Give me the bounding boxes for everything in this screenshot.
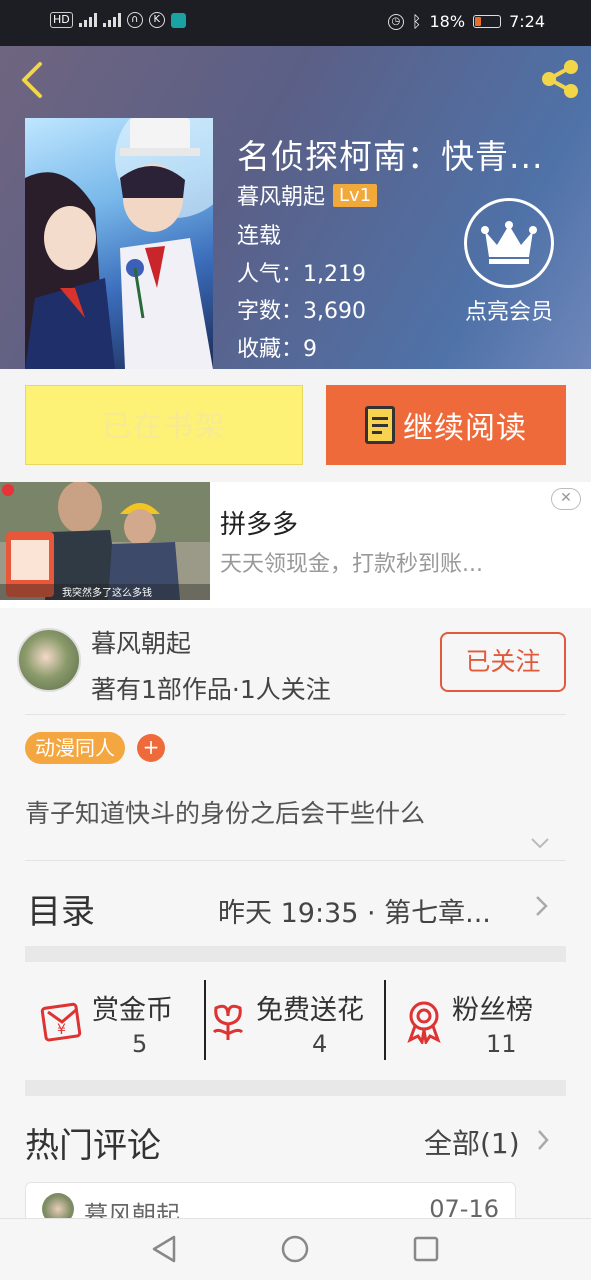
svg-text:¥: ¥ <box>57 1022 66 1038</box>
words-value: 3,690 <box>303 299 366 324</box>
hot-comments-title: 热门评论 <box>25 1126 161 1166</box>
back-icon[interactable] <box>18 60 48 100</box>
battery-icon <box>473 15 502 28</box>
book-detail-card: 暮风朝起 著有1部作品·1人关注 已关注 动漫同人 + 青子知道快斗的身份之后会… <box>0 608 591 1280</box>
ad-image[interactable]: 我突然多了这么多钱 <box>0 482 210 600</box>
share-icon[interactable] <box>537 56 583 102</box>
chevron-right-icon[interactable] <box>536 1128 550 1152</box>
all-comments-link[interactable]: 全部(1) <box>424 1122 520 1162</box>
section-separator <box>25 946 566 962</box>
chevron-right-icon[interactable] <box>534 894 550 918</box>
continue-reading-label: 继续阅读 <box>403 411 527 446</box>
ad-subtitle: 天天领现金，打款秒到账... <box>220 552 483 577</box>
free-flower-value: 4 <box>312 1030 328 1058</box>
add-tag-button[interactable]: + <box>137 734 165 762</box>
vip-button[interactable]: 点亮会员 <box>455 198 563 326</box>
clock: 7:24 <box>509 12 545 31</box>
ad-title: 拼多多 <box>220 510 299 540</box>
stat-separator <box>384 980 386 1060</box>
book-title: 名侦探柯南：快青... <box>237 137 544 176</box>
reward-coins-button[interactable]: ¥ 赏金币 5 <box>40 978 200 1062</box>
fan-ranking-button[interactable]: 粉丝榜 11 <box>404 978 554 1062</box>
book-status: 连载 <box>237 224 282 249</box>
author-level-badge: Lv1 <box>333 183 378 207</box>
alarm-icon: ◷ <box>387 13 404 30</box>
author-avatar[interactable] <box>17 628 81 692</box>
chevron-down-icon[interactable] <box>530 836 550 850</box>
hd-indicator: HD <box>50 12 73 28</box>
coin-envelope-icon: ¥ <box>40 1002 82 1042</box>
divider <box>25 714 566 715</box>
cover-art <box>25 118 213 369</box>
favorites-label: 收藏： <box>237 337 304 362</box>
signal-icon-2 <box>102 13 121 27</box>
crown-icon <box>464 198 554 288</box>
fan-ranking-value: 11 <box>486 1030 517 1058</box>
popularity-value: 1,219 <box>303 262 366 287</box>
book-favorites: 收藏：9 <box>237 331 317 363</box>
reward-coins-value: 5 <box>132 1030 148 1058</box>
author-name[interactable]: 暮风朝起 <box>91 624 191 660</box>
book-description: 青子知道快斗的身份之后会干些什么 <box>25 799 426 828</box>
book-words: 字数：3,690 <box>237 293 366 325</box>
genre-tag[interactable]: 动漫同人 <box>25 732 125 764</box>
home-circle-icon[interactable] <box>277 1231 313 1267</box>
free-flower-button[interactable]: 免费送花 4 <box>208 978 384 1062</box>
flower-icon <box>212 1004 244 1040</box>
bluetooth-icon: ᛒ <box>411 12 422 31</box>
recents-square-icon[interactable] <box>408 1231 444 1267</box>
book-author-row: 暮风朝起 Lv1 <box>237 179 378 211</box>
k-icon: K <box>148 12 165 28</box>
system-nav-bar <box>0 1218 591 1280</box>
book-author[interactable]: 暮风朝起 <box>237 179 325 211</box>
favorites-value: 9 <box>303 337 318 362</box>
shield-icon <box>170 12 186 28</box>
follow-button[interactable]: 已关注 <box>440 632 566 692</box>
toc-label[interactable]: 目录 <box>27 884 95 933</box>
action-bar: 已在书架 继续阅读 <box>0 369 591 482</box>
divider <box>25 860 566 861</box>
book-popularity: 人气：1,219 <box>237 256 366 288</box>
signal-icon <box>78 13 97 27</box>
ad-banner[interactable]: 我突然多了这么多钱 拼多多 天天领现金，打款秒到账... ✕ <box>0 482 591 608</box>
ad-close-icon[interactable]: ✕ <box>551 488 581 510</box>
popularity-label: 人气： <box>237 262 304 287</box>
free-flower-label: 免费送花 <box>256 995 364 1026</box>
reward-coins-label: 赏金币 <box>92 995 173 1026</box>
status-bar: HD ∩ K ◷ ᛒ 18% 7:24 <box>0 0 591 46</box>
battery-percent: 18% <box>429 12 466 31</box>
continue-reading-button[interactable]: 继续阅读 <box>326 385 566 465</box>
medal-icon <box>407 1001 441 1044</box>
ad-caption: 我突然多了这么多钱 <box>62 588 152 599</box>
in-shelf-button[interactable]: 已在书架 <box>25 385 303 465</box>
author-meta: 著有1部作品·1人关注 <box>91 675 331 704</box>
section-separator <box>25 1080 566 1096</box>
book-icon <box>365 406 395 444</box>
words-label: 字数： <box>237 299 304 324</box>
book-header: 名侦探柯南：快青... 暮风朝起 Lv1 连载 人气：1,219 字数：3,69… <box>0 46 591 369</box>
toc-latest-chapter[interactable]: 昨天 19:35 · 第七章... <box>218 891 518 930</box>
back-triangle-icon[interactable] <box>146 1231 182 1267</box>
vip-label: 点亮会员 <box>464 300 553 325</box>
fan-ranking-label: 粉丝榜 <box>452 995 533 1026</box>
stat-separator <box>204 980 206 1060</box>
headset-icon: ∩ <box>126 12 143 28</box>
book-cover[interactable] <box>25 118 213 369</box>
